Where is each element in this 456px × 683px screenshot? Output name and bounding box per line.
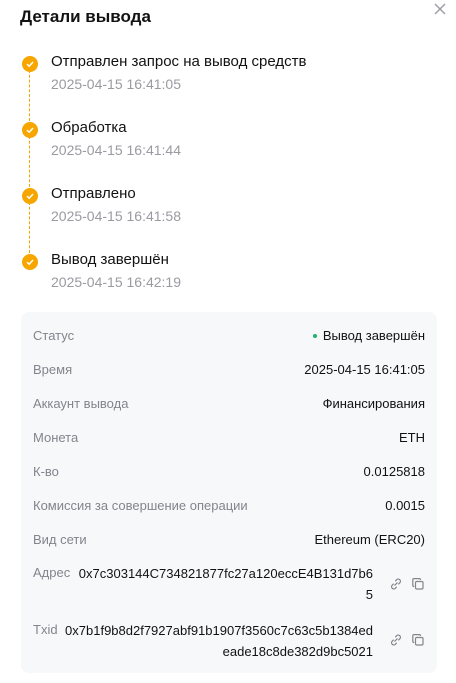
- amount-label: К-во: [33, 464, 59, 479]
- dialog-title: Детали вывода: [20, 7, 151, 26]
- status-value: Вывод завершён: [312, 328, 425, 343]
- detail-row-status: Статус Вывод завершён: [33, 328, 425, 348]
- address-label: Адрес: [33, 565, 71, 580]
- detail-row-address: Адрес 0x7c303144C734821877fc27a120eccE4B…: [33, 563, 425, 607]
- check-icon: [22, 188, 38, 204]
- timeline-step: Отправлено 2025-04-15 16:41:58: [0, 185, 400, 238]
- detail-row-account: Аккаунт вывода Финансирования: [33, 396, 425, 416]
- timeline-step: Обработка 2025-04-15 16:41:44: [0, 119, 400, 172]
- address-value[interactable]: 0x7c303144C734821877fc27a120eccE4B131d7b…: [77, 563, 373, 605]
- account-value: Финансирования: [322, 396, 425, 411]
- link-icon[interactable]: [389, 633, 403, 647]
- check-icon: [22, 56, 38, 72]
- step-label: Обработка: [51, 119, 127, 136]
- txid-label: Txid: [33, 622, 58, 637]
- step-label: Отправлен запрос на вывод средств: [51, 53, 307, 70]
- details-card: Статус Вывод завершён Время 2025-04-15 1…: [21, 312, 437, 673]
- coin-value: ETH: [399, 430, 425, 445]
- check-icon: [22, 254, 38, 270]
- step-time: 2025-04-15 16:41:58: [51, 208, 181, 224]
- copy-icon[interactable]: [411, 633, 425, 647]
- amount-value: 0.0125818: [363, 464, 425, 479]
- step-label: Вывод завершён: [51, 251, 169, 268]
- account-label: Аккаунт вывода: [33, 396, 129, 411]
- step-time: 2025-04-15 16:42:19: [51, 274, 181, 290]
- detail-row-time: Время 2025-04-15 16:41:05: [33, 362, 425, 382]
- txid-value[interactable]: 0x7b1f9b8d2f7927abf91b1907f3560c7c63c5b1…: [63, 620, 373, 662]
- step-time: 2025-04-15 16:41:05: [51, 76, 181, 92]
- network-label: Вид сети: [33, 532, 87, 547]
- time-value: 2025-04-15 16:41:05: [304, 362, 425, 377]
- detail-row-fee: Комиссия за совершение операции 0.0015: [33, 498, 425, 518]
- check-icon: [22, 122, 38, 138]
- timeline-step: Вывод завершён 2025-04-15 16:42:19: [0, 251, 400, 304]
- fee-label: Комиссия за совершение операции: [33, 498, 248, 513]
- detail-row-network: Вид сети Ethereum (ERC20): [33, 532, 425, 552]
- detail-row-txid: Txid 0x7b1f9b8d2f7927abf91b1907f3560c7c6…: [33, 620, 425, 664]
- copy-icon[interactable]: [411, 577, 425, 591]
- detail-row-amount: К-во 0.0125818: [33, 464, 425, 484]
- link-icon[interactable]: [389, 577, 403, 591]
- step-time: 2025-04-15 16:41:44: [51, 142, 181, 158]
- time-label: Время: [33, 362, 73, 377]
- step-label: Отправлено: [51, 185, 136, 202]
- close-icon[interactable]: [432, 1, 448, 17]
- status-dot-icon: [312, 333, 317, 338]
- status-label: Статус: [33, 328, 75, 343]
- detail-row-coin: Монета ETH: [33, 430, 425, 450]
- fee-value: 0.0015: [385, 498, 425, 513]
- timeline-step: Отправлен запрос на вывод средств 2025-0…: [0, 53, 400, 106]
- network-value: Ethereum (ERC20): [314, 532, 425, 547]
- coin-label: Монета: [33, 430, 79, 445]
- status-text: Вывод завершён: [322, 328, 425, 343]
